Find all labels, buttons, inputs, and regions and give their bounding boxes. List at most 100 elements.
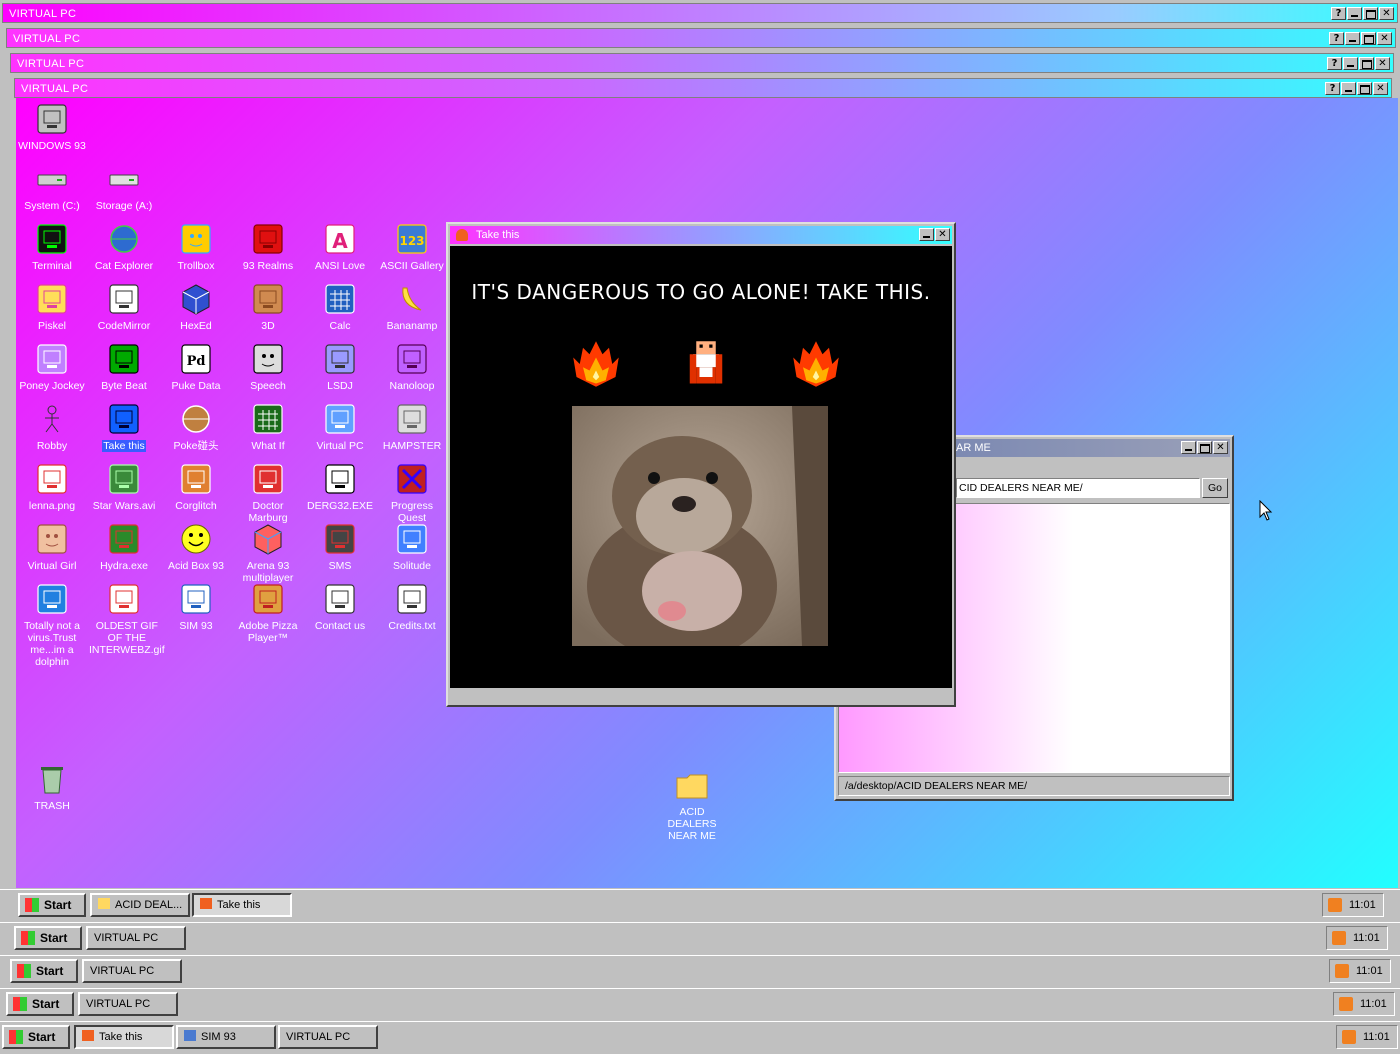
minimize-button[interactable] [1181, 441, 1196, 454]
desktop-icon-take-this[interactable]: Take this [88, 402, 160, 452]
desktop-icon-calc[interactable]: Calc [304, 282, 376, 332]
help-button[interactable] [1329, 32, 1344, 45]
desktop-icon-piskel[interactable]: Piskel [16, 282, 88, 332]
desktop-icon-lsdj[interactable]: LSDJ [304, 342, 376, 392]
desktop-icon-trash[interactable]: TRASH [16, 762, 88, 812]
start-button[interactable]: Start [10, 959, 78, 983]
desktop-icon-solitude[interactable]: Solitude [376, 522, 448, 572]
rss-icon[interactable] [1339, 997, 1353, 1011]
maximize-button[interactable] [1357, 82, 1372, 95]
desktop-icon-bananamp[interactable]: Bananamp [376, 282, 448, 332]
help-button[interactable] [1327, 57, 1342, 70]
desktop-icon-system[interactable]: System (C:) [16, 162, 88, 212]
desktop-icon-lenna[interactable]: lenna.png [16, 462, 88, 512]
close-button[interactable] [1375, 57, 1390, 70]
maximize-button[interactable] [1197, 441, 1212, 454]
desktop-icon-label: Robby [36, 440, 68, 452]
maximize-button[interactable] [1361, 32, 1376, 45]
taskbar-task-button[interactable]: ACID DEAL... [90, 893, 190, 917]
desktop-icon-byte-beat[interactable]: Byte Beat [88, 342, 160, 392]
ascii-gallery-icon: 123 [376, 222, 448, 256]
taskbar-task-button[interactable]: VIRTUAL PC [78, 992, 178, 1016]
help-button[interactable] [1325, 82, 1340, 95]
desktop-icon-label: Poke碰头 [173, 440, 219, 452]
desktop-icon-robby[interactable]: Robby [16, 402, 88, 452]
taskbar-task-button[interactable]: VIRTUAL PC [86, 926, 186, 950]
desktop-icon-virtual-pc[interactable]: Virtual PC [304, 402, 376, 452]
maximize-button[interactable] [1363, 7, 1378, 20]
rss-icon[interactable] [1342, 1030, 1356, 1044]
rss-icon[interactable] [1328, 898, 1342, 912]
taskbar-task-button[interactable]: SIM 93 [176, 1025, 276, 1049]
desktop-icon-puke-data[interactable]: Pd Puke Data [160, 342, 232, 392]
desktop-icon-virtual-girl[interactable]: Virtual Girl [16, 522, 88, 572]
desktop-icon-93realms[interactable]: 93 Realms [232, 222, 304, 272]
old-man-sprite-icon [689, 341, 723, 384]
desktop-icon-progress-quest[interactable]: Progress Quest [376, 462, 448, 524]
close-button[interactable] [1373, 82, 1388, 95]
rss-icon[interactable] [1332, 931, 1346, 945]
desktop-icon-what-if[interactable]: What If [232, 402, 304, 452]
desktop-icon-hampster[interactable]: HAMPSTER [376, 402, 448, 452]
desktop-icon-windows93[interactable]: WINDOWS 93 [16, 102, 88, 152]
desktop-icon-doctor-marburg[interactable]: Doctor Marburg [232, 462, 304, 524]
minimize-button[interactable] [919, 228, 934, 241]
taskbar-2: Start VIRTUAL PC 11:01 [0, 922, 1400, 955]
desktop-icon-hexed[interactable]: HexEd [160, 282, 232, 332]
desktop-icon-sms[interactable]: SMS [304, 522, 376, 572]
desktop-icon-3d[interactable]: 3D [232, 282, 304, 332]
desktop-icon-terminal[interactable]: Terminal [16, 222, 88, 272]
start-button[interactable]: Start [2, 1025, 70, 1049]
desktop-icon-label: Contact us [314, 620, 366, 632]
take-this-titlebar[interactable]: Take this [450, 226, 952, 244]
desktop-icon-credits[interactable]: Credits.txt [376, 582, 448, 632]
desktop-icon-dolphin[interactable]: Totally not a virus.Trust me...im a dolp… [16, 582, 88, 668]
maximize-button[interactable] [1359, 57, 1374, 70]
desktop-icon-arena93[interactable]: Arena 93 multiplayer [232, 522, 304, 584]
desktop-icon-storage[interactable]: Storage (A:) [88, 162, 160, 212]
taskbar-task-button[interactable]: Take this [74, 1025, 174, 1049]
desktop-icon-cat-explorer[interactable]: Cat Explorer [88, 222, 160, 272]
start-button[interactable]: Start [14, 926, 82, 950]
desktop-icon-contact[interactable]: Contact us [304, 582, 376, 632]
desktop-icon-corglitch[interactable]: Corglitch [160, 462, 232, 512]
desktop-icon-sim93[interactable]: SIM 93 [160, 582, 232, 632]
taskbar-task-button[interactable]: VIRTUAL PC [278, 1025, 378, 1049]
minimize-button[interactable] [1341, 82, 1356, 95]
close-button[interactable] [1213, 441, 1228, 454]
desktop-icon-trollbox[interactable]: Trollbox [160, 222, 232, 272]
desktop-icon-label: Take this [102, 440, 146, 452]
desktop-icon-pokedex[interactable]: Poke碰头 [160, 402, 232, 452]
desktop-icon-speech[interactable]: Speech [232, 342, 304, 392]
minimize-button[interactable] [1345, 32, 1360, 45]
minimize-button[interactable] [1347, 7, 1362, 20]
desktop-icon-hydra[interactable]: Hydra.exe [88, 522, 160, 572]
address-input[interactable]: CID DEALERS NEAR ME/ [956, 478, 1200, 498]
desktop-icon-derg32[interactable]: DERG32.EXE [304, 462, 376, 512]
desktop-icon-poney-jockey[interactable]: Poney Jockey [16, 342, 88, 392]
minimize-button[interactable] [1343, 57, 1358, 70]
rss-icon[interactable] [1335, 964, 1349, 978]
desktop-icon-adobe-pizza[interactable]: Adobe Pizza Player™ [232, 582, 304, 644]
desktop-icon-ansi-love[interactable]: A ANSI Love [304, 222, 376, 272]
bananamp-icon [376, 282, 448, 316]
desktop-icon-acid-folder[interactable]: ACID DEALERS NEAR ME [656, 768, 728, 842]
adobe-pizza-icon [232, 582, 304, 616]
taskbar-task-button[interactable]: Take this [192, 893, 292, 917]
close-button[interactable] [935, 228, 950, 241]
desktop-icon-oldest-gif[interactable]: OLDEST GIF OF THE INTERWEBZ.gif [88, 582, 165, 656]
desktop-icon-nanoloop[interactable]: Nanoloop [376, 342, 448, 392]
desktop-icon-star-wars[interactable]: Star Wars.avi [88, 462, 160, 512]
desktop-icon-ascii-gallery[interactable]: 123 ASCII Gallery [376, 222, 448, 272]
start-button[interactable]: Start [6, 992, 74, 1016]
taskbar-task-button[interactable]: VIRTUAL PC [82, 959, 182, 983]
start-button[interactable]: Start [18, 893, 86, 917]
help-button[interactable] [1331, 7, 1346, 20]
vpc-title-text: VIRTUAL PC [9, 8, 77, 20]
desktop-icon-acid-box[interactable]: Acid Box 93 [160, 522, 232, 572]
go-button[interactable]: Go [1202, 478, 1228, 498]
desktop-icon-codemirror[interactable]: CodeMirror [88, 282, 160, 332]
take-this-window[interactable]: Take this IT'S DANGEROUS TO GO ALONE! TA… [446, 222, 956, 707]
close-button[interactable] [1379, 7, 1394, 20]
close-button[interactable] [1377, 32, 1392, 45]
